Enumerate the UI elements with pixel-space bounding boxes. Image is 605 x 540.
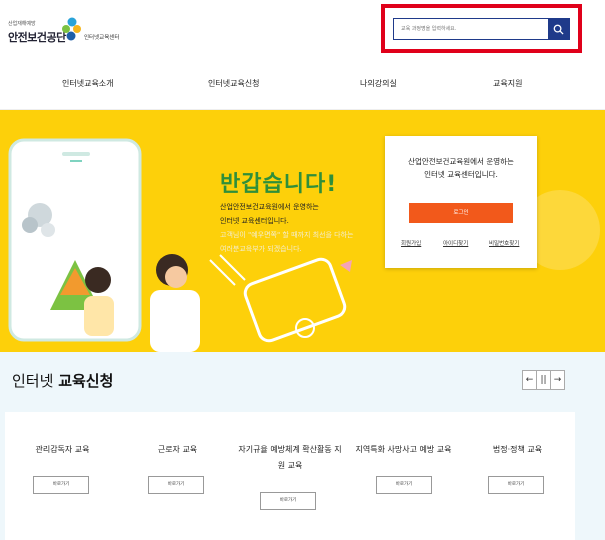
logo-mark-icon (62, 17, 81, 41)
logo-center-name: 인터넷교육센터 (84, 35, 120, 41)
main-nav: 인터넷교육소개 인터넷교육신청 나의강의실 교육지원 (0, 60, 605, 110)
search-box (393, 18, 570, 40)
hero-desc-line3: 고객님이 "예우면쪽" 할 때까지 최선을 다하는 (220, 231, 354, 239)
course-go-button[interactable]: 바로가기 (376, 476, 432, 494)
search-button[interactable] (548, 19, 569, 39)
hero-banner: 반갑습니다! 산업안전보건교육원에서 운영하는 인터넷 교육센터입니다. 고객님… (0, 110, 605, 352)
course-go-button[interactable]: 바로가기 (488, 476, 544, 494)
signup-link[interactable]: 회원가입 (401, 239, 421, 247)
online-apply-section: 인터넷 교육신청 ← || → 관리감독자 교육 바로가기 근로자 교육 바로가… (0, 352, 605, 540)
hero-desc-line4: 여러분교육부가 되겠습니다. (220, 245, 302, 253)
nav-item-my-classroom[interactable]: 나의강의실 (360, 78, 397, 89)
course-card[interactable]: 법정·정책 교육 바로가기 (460, 412, 575, 540)
header: 산업재해예방 안전보건공단 인터넷교육센터 (0, 0, 605, 60)
slider-controls: ← || → (522, 370, 568, 390)
course-card[interactable]: 지역특화 사망사고 예방 교육 바로가기 (346, 412, 461, 540)
course-go-button[interactable]: 바로가기 (33, 476, 89, 494)
nav-item-intro[interactable]: 인터넷교육소개 (62, 78, 114, 89)
course-name: 자기규율 예방체계 확산활동 지원 교육 (238, 445, 342, 470)
course-card[interactable]: 근로자 교육 바로가기 (120, 412, 235, 540)
hero-desc-line1: 산업안전보건교육원에서 운영하는 (220, 203, 319, 211)
search-icon (553, 24, 564, 35)
search-input[interactable] (394, 19, 548, 39)
next-arrow-icon[interactable]: → (550, 370, 565, 390)
prev-arrow-icon[interactable]: ← (522, 370, 537, 390)
section-title: 인터넷 교육신청 (12, 370, 113, 391)
course-card[interactable]: 자기규율 예방체계 확산활동 지원 교육 바로가기 (234, 412, 346, 540)
course-name: 관리감독자 교육 (35, 445, 90, 454)
nav-item-apply[interactable]: 인터넷교육신청 (208, 78, 260, 89)
hero-desc-line2: 인터넷 교육센터입니다. (220, 217, 289, 225)
search-highlight-frame (381, 4, 582, 53)
course-name: 지역특화 사망사고 예방 교육 (355, 445, 452, 454)
course-name: 법정·정책 교육 (492, 445, 543, 454)
section-title-bold: 교육신청 (58, 372, 114, 390)
nav-item-support[interactable]: 교육지원 (493, 78, 522, 89)
login-button[interactable]: 로그인 (409, 203, 513, 223)
course-card[interactable]: 관리감독자 교육 바로가기 (5, 412, 120, 540)
site-logo[interactable]: 산업재해예방 안전보건공단 인터넷교육센터 (8, 16, 138, 50)
login-card-title-line1: 산업안전보건교육원에서 운영하는 (408, 157, 514, 166)
find-id-link[interactable]: 아이디찾기 (443, 239, 468, 247)
hero-title: 반갑습니다! (220, 172, 338, 197)
course-go-button[interactable]: 바로가기 (260, 492, 316, 510)
logo-tagline: 산업재해예방 (8, 21, 36, 27)
logo-org-name: 안전보건공단 (8, 31, 66, 44)
course-name: 근로자 교육 (157, 445, 198, 454)
login-card: 산업안전보건교육원에서 운영하는 인터넷 교육센터입니다. 로그인 회원가입 아… (385, 136, 537, 268)
section-title-prefix: 인터넷 (12, 372, 54, 390)
course-go-button[interactable]: 바로가기 (148, 476, 204, 494)
pause-icon[interactable]: || (536, 370, 551, 390)
login-card-title-line2: 인터넷 교육센터입니다. (424, 170, 498, 179)
find-password-link[interactable]: 비밀번호찾기 (489, 239, 519, 247)
